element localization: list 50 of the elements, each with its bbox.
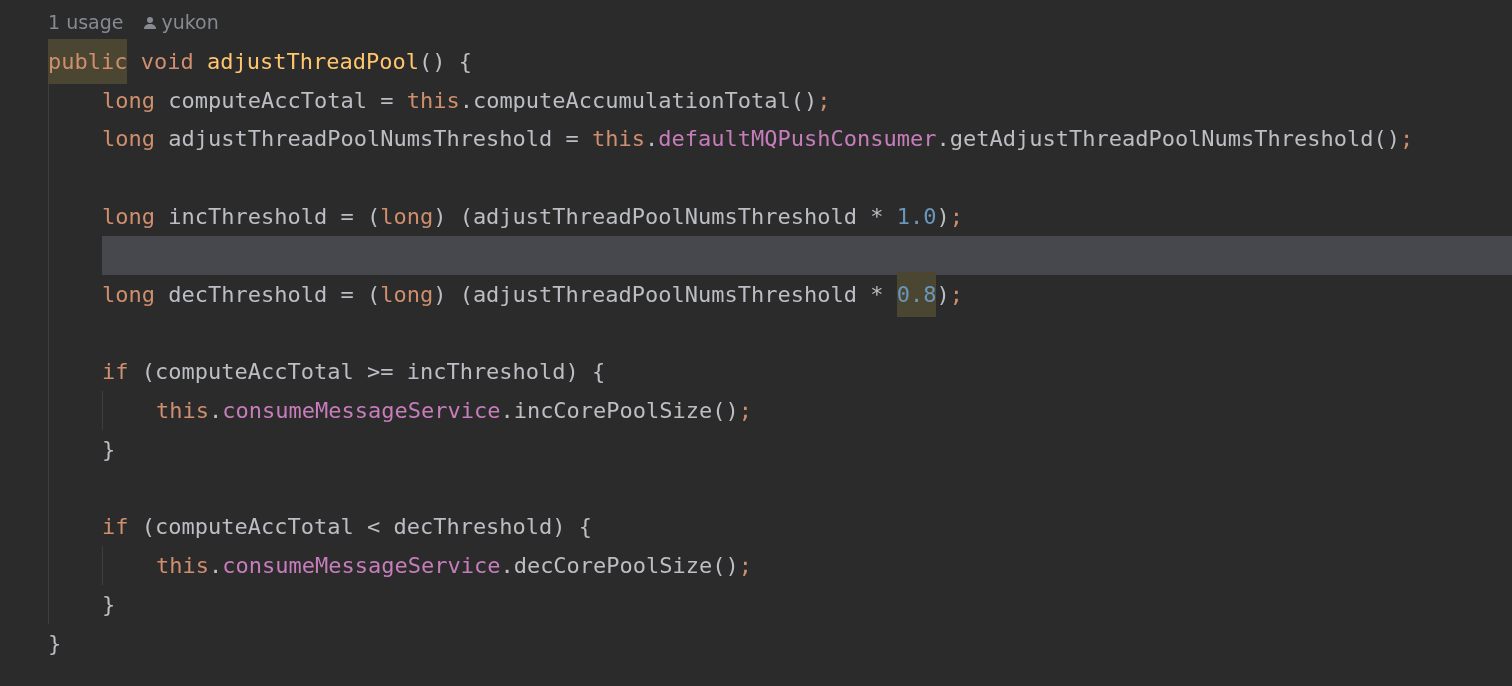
code-text: .computeAccumulationTotal() (459, 86, 818, 115)
keyword: this (592, 125, 646, 154)
keyword: long (380, 203, 434, 232)
code-text: decThreshold = ( (168, 280, 381, 309)
code-text: ) (adjustThreadPoolNumsThreshold * (433, 280, 885, 309)
method-name: adjustThreadPool (206, 47, 419, 76)
code-text: } (102, 435, 116, 464)
code-text: .incCorePoolSize() (500, 397, 739, 426)
keyword: long (102, 203, 156, 232)
code-text: incThreshold = ( (168, 203, 381, 232)
code-text: ) (936, 203, 950, 232)
keyword: if (102, 513, 130, 542)
number-literal: 1.0 (896, 203, 937, 232)
keyword: ; (1400, 125, 1414, 154)
keyword: long (102, 280, 156, 309)
keyword: ; (949, 203, 963, 232)
person-icon (143, 15, 158, 30)
code-text: computeAccTotal = (168, 86, 395, 115)
keyword: ; (949, 280, 963, 309)
code-text: } (102, 591, 116, 620)
keyword: long (102, 125, 156, 154)
code-text: () { (418, 47, 472, 76)
field-name: defaultMQPushConsumer (658, 125, 937, 154)
keyword: long (102, 86, 156, 115)
code-text: . (209, 397, 223, 426)
keyword: ; (817, 86, 831, 115)
author-hint[interactable]: yukon (161, 8, 219, 37)
usages-hint[interactable]: 1 usage (48, 8, 124, 37)
code-text: . (209, 552, 223, 581)
code-text: ) (adjustThreadPoolNumsThreshold * (433, 203, 885, 232)
number-literal: 0.8 (896, 271, 937, 317)
keyword: public (48, 38, 128, 84)
keyword: this (406, 86, 460, 115)
keyword: ; (738, 397, 753, 426)
code-text: } (48, 629, 62, 658)
keyword: this (156, 552, 209, 581)
field-name: consumeMessageService (222, 397, 501, 426)
keyword: void (139, 47, 195, 76)
keyword: ; (738, 552, 753, 581)
code-text: (computeAccTotal < decThreshold) { (141, 513, 593, 542)
code-text: . (645, 125, 659, 154)
code-text: .decCorePoolSize() (500, 552, 739, 581)
code-text: ) (936, 280, 950, 309)
field-name: consumeMessageService (222, 552, 501, 581)
code-text: .getAdjustThreadPoolNumsThreshold() (936, 125, 1401, 154)
code-text: adjustThreadPoolNumsThreshold = (168, 125, 580, 154)
keyword: this (156, 397, 209, 426)
keyword: if (102, 358, 130, 387)
keyword: long (380, 280, 434, 309)
code-text: (computeAccTotal >= incThreshold) { (141, 358, 606, 387)
